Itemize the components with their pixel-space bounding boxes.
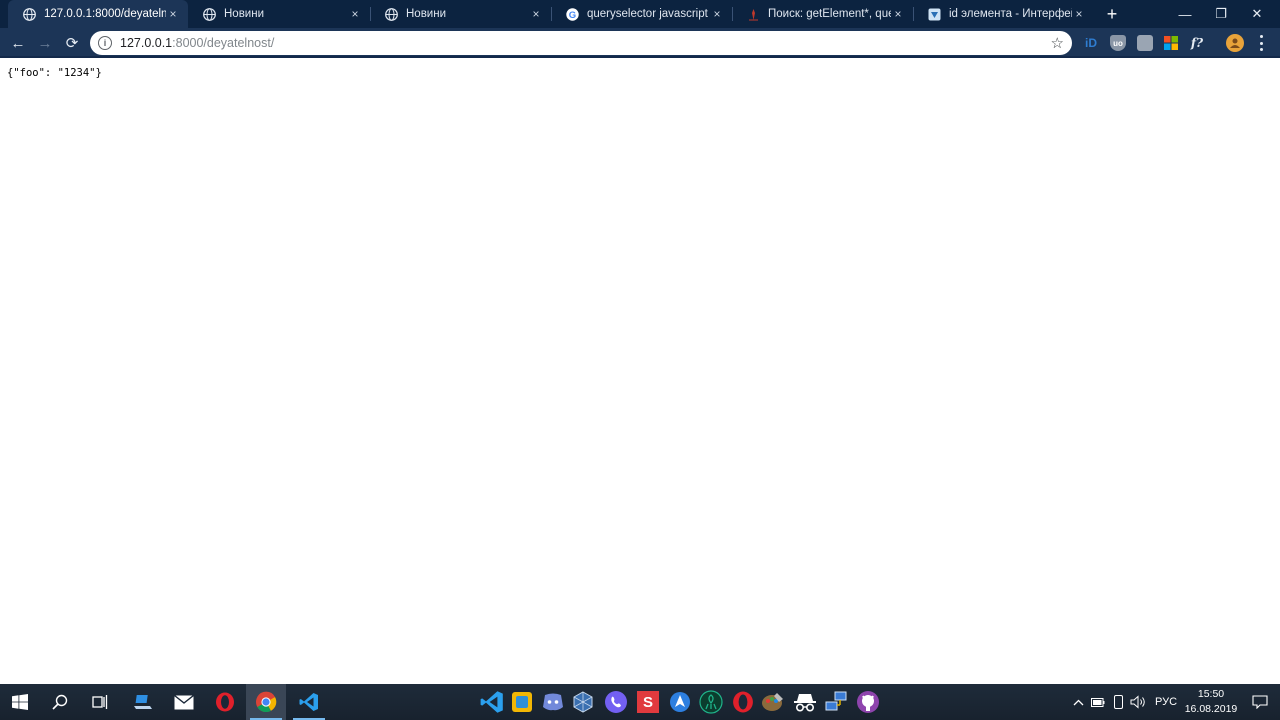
close-icon[interactable]: × bbox=[710, 7, 724, 21]
show-hidden-icons-button[interactable] bbox=[1068, 684, 1088, 720]
svg-text:G: G bbox=[568, 10, 575, 21]
taskbar: S РУС 15:50 16.08.2019 bbox=[0, 684, 1280, 720]
device-status[interactable] bbox=[1108, 684, 1128, 720]
forward-button[interactable]: → bbox=[33, 31, 57, 55]
opera-button[interactable] bbox=[205, 684, 245, 720]
globe-icon bbox=[22, 7, 36, 21]
chrome-button[interactable] bbox=[246, 684, 286, 720]
close-icon[interactable]: × bbox=[1072, 7, 1086, 21]
start-button[interactable] bbox=[0, 684, 40, 720]
browser-toolbar: ← → ⟳ i 127.0.0.1 :8000/deyatelnost/ ☆ i… bbox=[0, 28, 1280, 58]
svg-text:S: S bbox=[643, 694, 653, 711]
opera-icon bbox=[733, 691, 753, 713]
tab-queryselector[interactable]: G queryselector javascript - По × bbox=[551, 0, 732, 28]
viber-icon bbox=[605, 691, 627, 713]
speaker-icon bbox=[1130, 695, 1145, 709]
url-path: :8000/deyatelnost/ bbox=[172, 36, 275, 50]
laptop-app-icon bbox=[134, 695, 152, 709]
task-view-icon bbox=[92, 695, 108, 709]
close-icon[interactable]: × bbox=[891, 7, 905, 21]
mail-button[interactable] bbox=[164, 684, 204, 720]
palette-icon bbox=[762, 693, 783, 711]
tab-novyny-1[interactable]: Новини × bbox=[188, 0, 370, 28]
clock-time: 15:50 bbox=[1197, 688, 1225, 700]
tab-title: queryselector javascript - По bbox=[587, 8, 710, 20]
tab-title: Новини bbox=[224, 8, 265, 20]
github-desktop-button[interactable] bbox=[848, 684, 888, 720]
incognito-icon bbox=[794, 694, 816, 712]
arrow-app-icon bbox=[670, 692, 690, 712]
yellow-app-icon bbox=[512, 692, 532, 712]
windows-extension-icon[interactable] bbox=[1163, 35, 1179, 51]
back-button[interactable]: ← bbox=[6, 31, 30, 55]
new-tab-button[interactable]: + bbox=[1102, 4, 1122, 24]
browser-window: 127.0.0.1:8000/deyatelnost/ × Новини × Н… bbox=[0, 0, 1280, 684]
task-view-button[interactable] bbox=[80, 684, 120, 720]
reload-button[interactable]: ⟳ bbox=[60, 31, 84, 55]
input-language-indicator[interactable]: РУС bbox=[1155, 696, 1177, 708]
github-icon bbox=[857, 691, 879, 713]
tab-title: 127.0.0.1:8000/deyatelnost/ bbox=[44, 8, 166, 20]
phone-icon bbox=[1113, 695, 1123, 709]
address-bar[interactable]: i 127.0.0.1 :8000/deyatelnost/ ☆ bbox=[90, 31, 1072, 55]
browser-menu-icon[interactable] bbox=[1258, 35, 1264, 51]
tab-strip: 127.0.0.1:8000/deyatelnost/ × Новини × Н… bbox=[0, 0, 1280, 28]
clock-date: 16.08.2019 bbox=[1184, 703, 1238, 715]
mail-icon bbox=[174, 694, 194, 709]
tab-title: id элемента - Интерфейсы bbox=[949, 8, 1072, 20]
google-icon: G bbox=[565, 7, 579, 21]
opera-icon bbox=[216, 692, 234, 712]
globe-icon bbox=[202, 7, 216, 21]
tab-title: Поиск: getElement*, querySe bbox=[768, 8, 891, 20]
tab-deyatelnost[interactable]: 127.0.0.1:8000/deyatelnost/ × bbox=[8, 0, 188, 28]
json-response-text: {"foo": "1234"} bbox=[7, 67, 102, 79]
chrome-icon bbox=[256, 691, 277, 713]
windows-logo-icon bbox=[12, 694, 28, 710]
battery-icon bbox=[1091, 697, 1105, 707]
laptop-app-button[interactable] bbox=[123, 684, 163, 720]
close-window-button[interactable]: ✕ bbox=[1234, 0, 1280, 28]
bookmark-star-icon[interactable]: ☆ bbox=[1051, 34, 1064, 52]
tab-title: Новини bbox=[406, 8, 447, 20]
profile-avatar[interactable] bbox=[1226, 34, 1244, 52]
close-icon[interactable]: × bbox=[166, 7, 180, 21]
url-host: 127.0.0.1 bbox=[120, 36, 173, 50]
close-icon[interactable]: × bbox=[529, 7, 543, 21]
tab-getelement-search[interactable]: Поиск: getElement*, querySe × bbox=[732, 0, 913, 28]
chevron-up-icon bbox=[1073, 699, 1083, 705]
battery-status[interactable] bbox=[1088, 684, 1108, 720]
s-app-icon: S bbox=[637, 691, 659, 713]
vscode-button[interactable] bbox=[289, 684, 329, 720]
site-icon bbox=[927, 7, 941, 21]
tab-id-elementa[interactable]: id элемента - Интерфейсы × bbox=[913, 0, 1094, 28]
network-computers-icon bbox=[825, 691, 847, 711]
close-icon[interactable]: × bbox=[348, 7, 362, 21]
system-clock[interactable]: 15:50 16.08.2019 bbox=[1184, 687, 1238, 717]
gitkraken-icon bbox=[699, 690, 723, 714]
site-info-icon[interactable]: i bbox=[98, 36, 112, 50]
search-button[interactable] bbox=[40, 684, 80, 720]
globe-icon bbox=[384, 7, 398, 21]
discord-icon bbox=[543, 693, 563, 711]
search-icon bbox=[52, 694, 68, 710]
volume-control[interactable] bbox=[1128, 684, 1148, 720]
action-center-button[interactable] bbox=[1240, 684, 1280, 720]
virtualbox-icon bbox=[573, 691, 593, 713]
page-content: {"foo": "1234"} bbox=[0, 60, 1280, 684]
grey-extension-icon[interactable] bbox=[1137, 35, 1153, 51]
formula-extension-icon[interactable]: f? bbox=[1189, 35, 1205, 51]
ublock-icon[interactable]: uo bbox=[1110, 35, 1126, 51]
id-extension-icon[interactable]: iD bbox=[1083, 35, 1099, 51]
learn-js-icon bbox=[746, 7, 760, 21]
notification-icon bbox=[1252, 695, 1268, 709]
tab-novyny-2[interactable]: Новини × bbox=[370, 0, 551, 28]
vscode-icon bbox=[299, 693, 318, 711]
vscode-icon bbox=[480, 691, 503, 713]
